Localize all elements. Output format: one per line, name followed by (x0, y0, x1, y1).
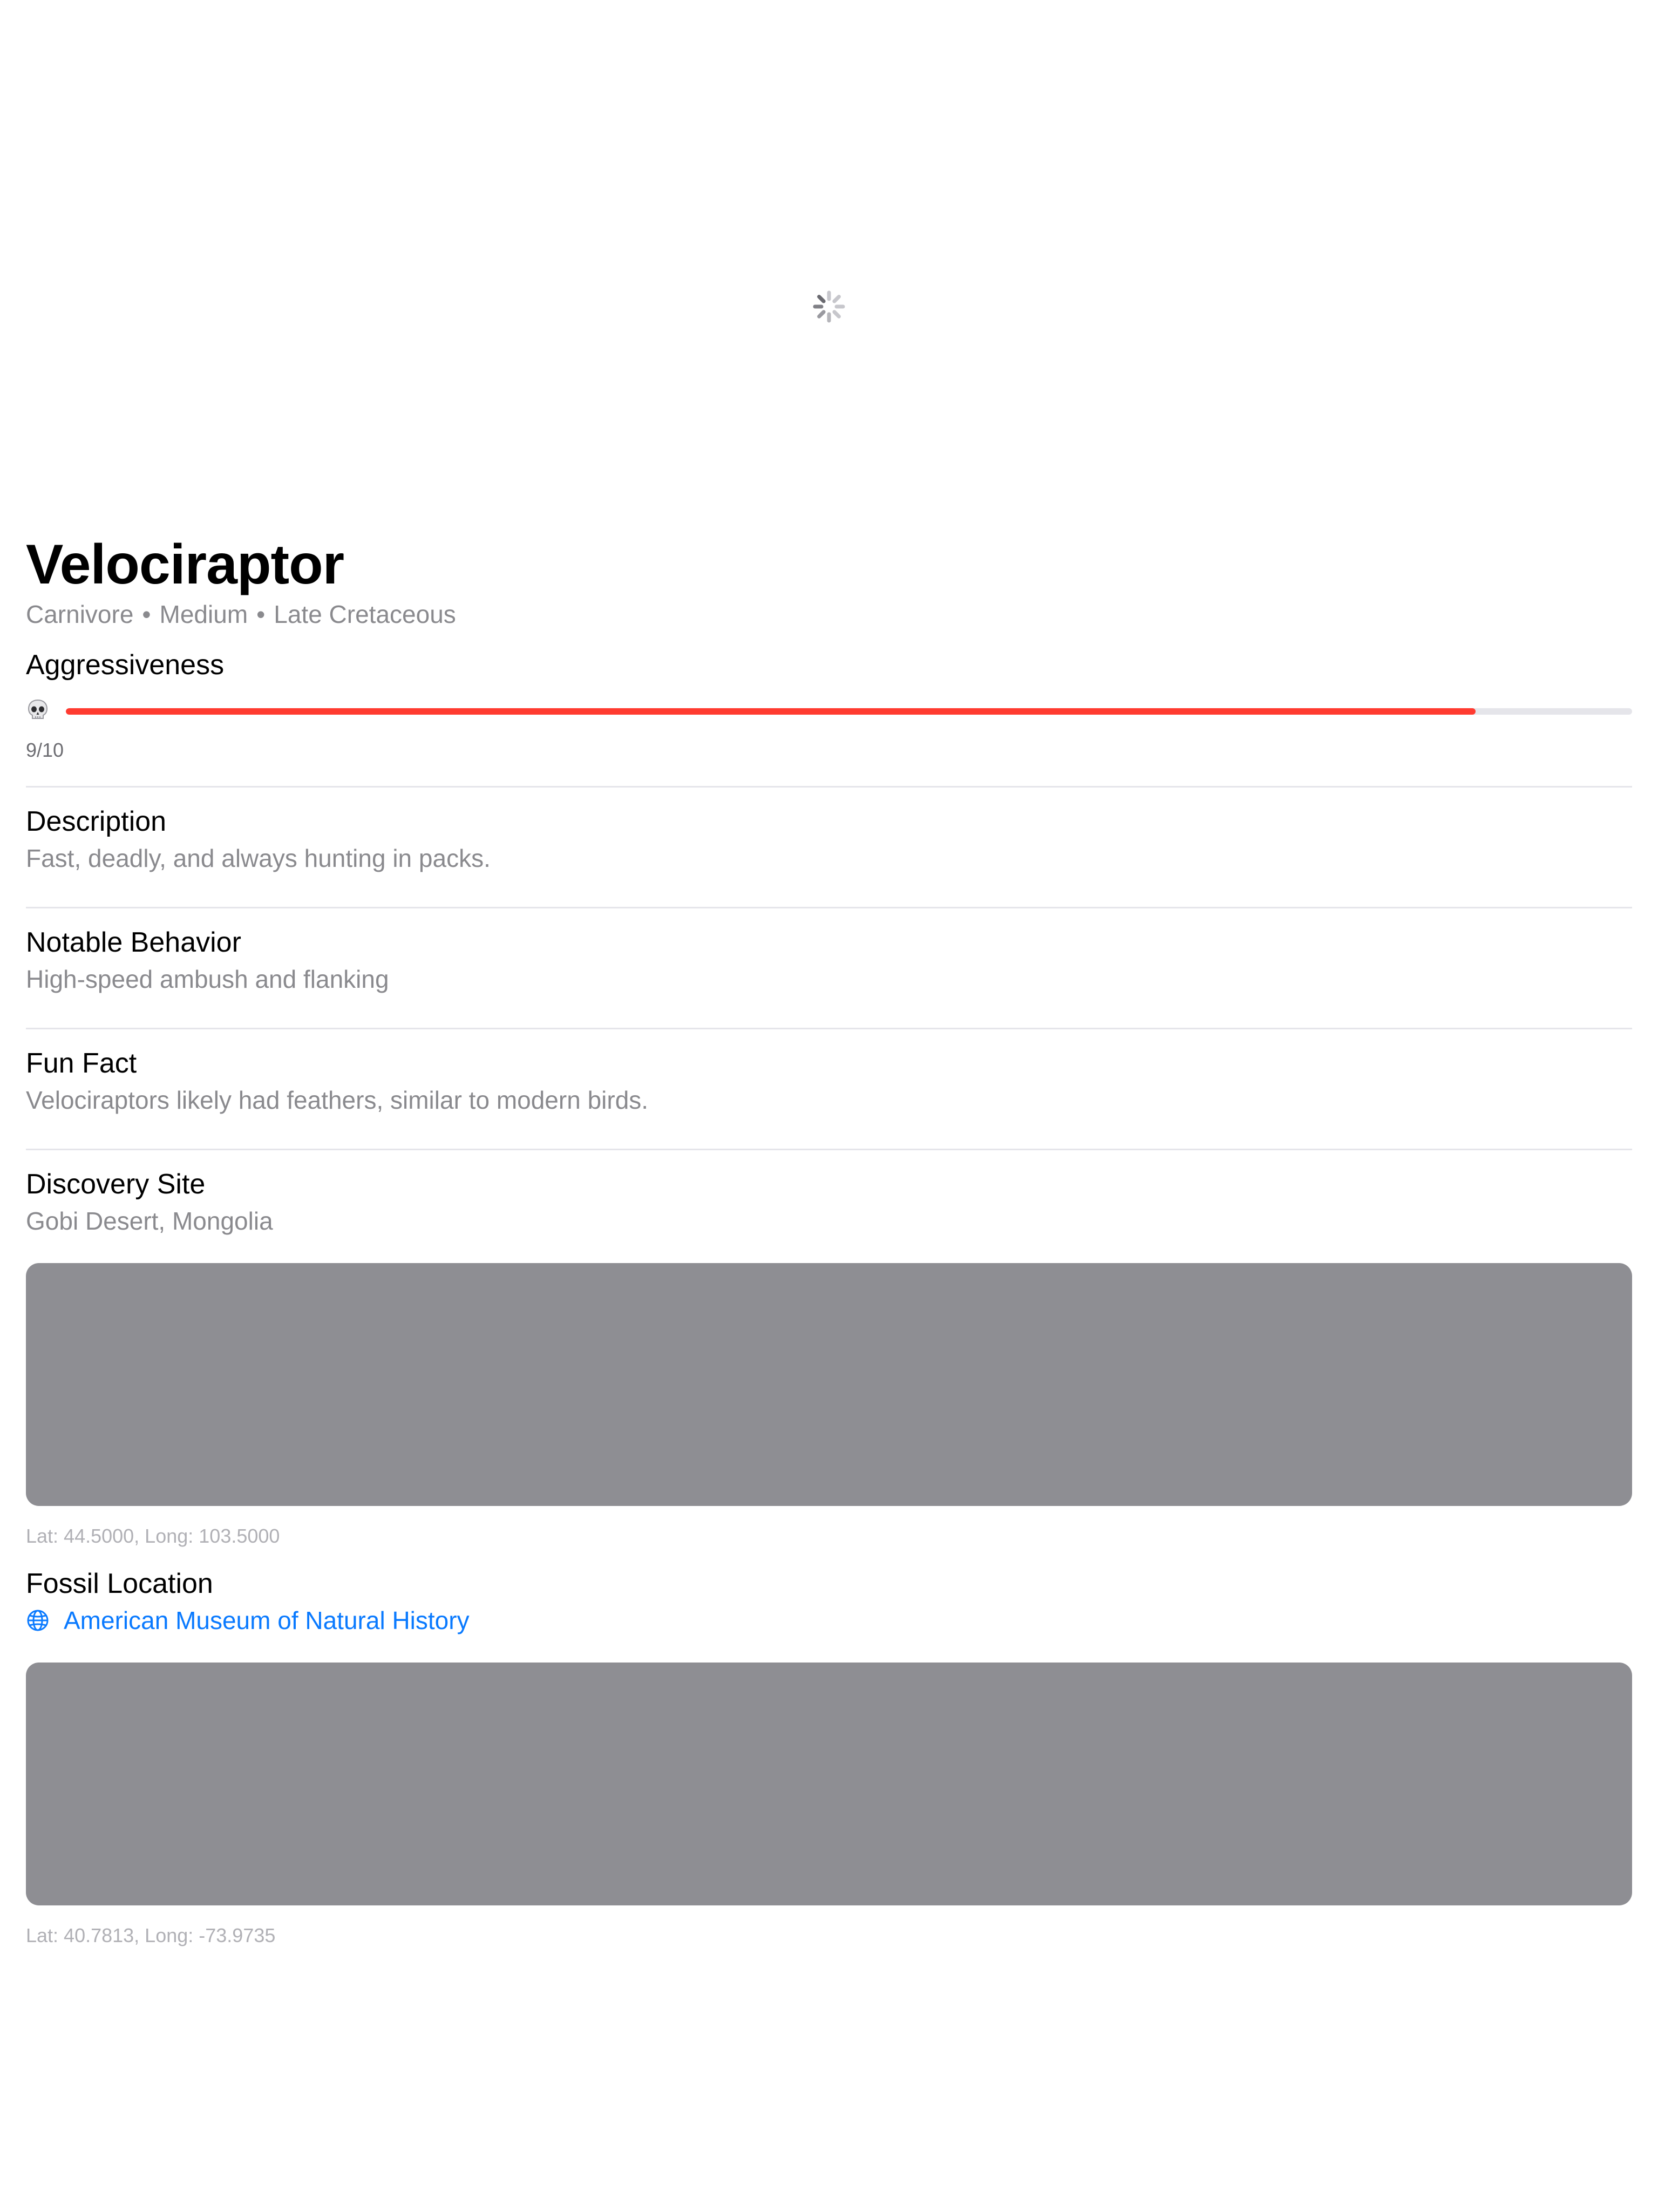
tag-separator: • (256, 600, 266, 628)
aggressiveness-score: 9/10 (26, 739, 64, 761)
discovery-site-heading: Discovery Site (26, 1169, 206, 1200)
size-tag: Medium (159, 600, 248, 628)
globe-icon (27, 1610, 49, 1631)
dinosaur-image-placeholder (0, 0, 1658, 518)
aggressiveness-bar-fill (66, 708, 1476, 715)
tag-separator: • (142, 600, 151, 628)
period-tag: Late Cretaceous (274, 600, 456, 628)
behavior-text: High-speed ambush and flanking (26, 965, 389, 993)
divider (26, 1149, 1632, 1150)
fun-fact-text: Velociraptors likely had feathers, simil… (26, 1086, 649, 1114)
dinosaur-tags: Carnivore • Medium • Late Cretaceous (26, 598, 456, 630)
discovery-site-map[interactable] (26, 1263, 1632, 1506)
behavior-heading: Notable Behavior (26, 927, 241, 958)
divider (26, 907, 1632, 908)
fossil-location-heading: Fossil Location (26, 1568, 213, 1599)
aggressiveness-bar (66, 708, 1632, 715)
skull-icon (28, 699, 48, 719)
diet-tag: Carnivore (26, 600, 134, 628)
fossil-location-map[interactable] (26, 1663, 1632, 1905)
discovery-site-coordinates: Lat: 44.5000, Long: 103.5000 (26, 1525, 280, 1547)
loading-spinner-icon (813, 290, 845, 323)
museum-link-label[interactable]: American Museum of Natural History (64, 1604, 470, 1637)
museum-link[interactable]: American Museum of Natural History (26, 1604, 470, 1637)
discovery-site-place: Gobi Desert, Mongolia (26, 1207, 273, 1235)
fun-fact-heading: Fun Fact (26, 1048, 137, 1079)
aggressiveness-heading: Aggressiveness (26, 649, 225, 681)
divider (26, 786, 1632, 788)
description-heading: Description (26, 806, 167, 837)
divider (26, 1028, 1632, 1029)
fossil-location-coordinates: Lat: 40.7813, Long: -73.9735 (26, 1924, 276, 1946)
dinosaur-name: Velociraptor (26, 533, 344, 596)
description-text: Fast, deadly, and always hunting in pack… (26, 844, 491, 872)
